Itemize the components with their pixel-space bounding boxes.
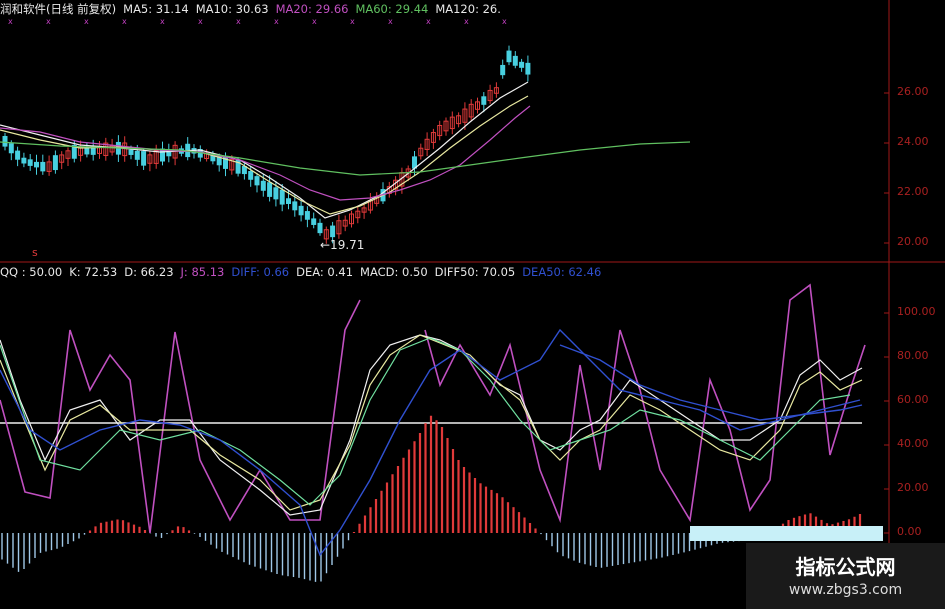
low-price-marker: ←19.71 [320, 238, 365, 252]
candle-body [260, 180, 266, 191]
price-axis-label: 20.00 [897, 235, 929, 248]
watermark-url: www.zbgs3.com [788, 582, 903, 598]
candle-body [267, 182, 273, 197]
price-axis-label: 26.00 [897, 85, 929, 98]
signal-s-marker: s [32, 246, 38, 259]
candle-body [273, 187, 279, 200]
legend-item: D: 66.23 [124, 265, 174, 279]
candle-body [481, 96, 487, 105]
candle-body [298, 205, 304, 216]
indicator-axis-label: 60.00 [897, 393, 929, 406]
legend-item: MA120: 26. [435, 2, 501, 16]
top-tick-mark: x [350, 17, 355, 26]
candle-body [52, 155, 58, 171]
ma5-line [0, 81, 529, 219]
legend-item: MACD: 0.50 [360, 265, 428, 279]
top-tick-mark: x [312, 17, 317, 26]
candle-body [34, 161, 39, 168]
legend-item: J: 85.13 [180, 265, 225, 279]
macd-histogram [1, 415, 862, 582]
top-tick-mark: x [8, 17, 13, 26]
candle-body [21, 157, 27, 164]
kdj-lines [0, 283, 866, 557]
indicator-legend: QQ : 50.00 K: 72.53 D: 66.23 J: 85.13 DIFF: … [0, 265, 608, 280]
legend-item: MA60: 29.44 [355, 2, 429, 16]
candle-body [27, 159, 33, 166]
candle-body [330, 225, 336, 238]
legend-item: DEA50: 62.46 [522, 265, 602, 279]
watermark: 指标公式网 www.zbgs3.com [746, 543, 945, 609]
top-tick-mark: x [502, 17, 507, 26]
top-tick-mark: x [122, 17, 127, 26]
candle-body [141, 151, 147, 166]
indicator-axis-label: 0.00 [897, 525, 922, 538]
candle-body [15, 150, 21, 160]
candle-body [2, 135, 8, 147]
candle-body [317, 222, 323, 234]
indicator-axis-label: 40.00 [897, 437, 929, 450]
candle-body [412, 156, 417, 169]
legend-item: K: 72.53 [69, 265, 118, 279]
candle-body [311, 218, 317, 225]
candle-body [512, 55, 518, 66]
stock-chart[interactable]: xxxxxxxxxxxxxx [0, 0, 945, 609]
price-axis-label: 24.00 [897, 135, 929, 148]
price-legend: 润和软件(日线 前复权) MA5: 31.14 MA10: 30.63 MA20: 2… [0, 2, 508, 17]
indicator-axis-label: 20.00 [897, 481, 929, 494]
legend-item: MA10: 30.63 [195, 2, 269, 16]
legend-item: MA5: 31.14 [123, 2, 189, 16]
top-tick-mark: x [426, 17, 431, 26]
highlight-bar [690, 526, 883, 541]
legend-item: DIFF: 0.66 [231, 265, 290, 279]
candle-body [134, 150, 140, 160]
top-tick-mark: x [160, 17, 165, 26]
top-tick-mark: x [84, 17, 89, 26]
candle-body [254, 176, 260, 186]
legend-item: QQ : 50.00 [0, 265, 63, 279]
top-tick-mark: x [198, 17, 203, 26]
ma60-line [0, 141, 691, 176]
candle-body [84, 147, 90, 155]
candle-body [8, 143, 14, 154]
candle-body [292, 201, 298, 211]
top-tick-mark: x [236, 17, 241, 26]
top-tick-mark: x [388, 17, 393, 26]
candle-body [40, 161, 46, 172]
candle-body [500, 64, 506, 76]
candle-body [506, 50, 512, 63]
j-line [0, 299, 361, 534]
top-tick-mark: x [464, 17, 469, 26]
legend-item: DEA: 0.41 [296, 265, 354, 279]
indicator-axis-label: 100.00 [897, 305, 936, 318]
top-tick-mark: x [46, 17, 51, 26]
watermark-title: 指标公式网 [795, 555, 896, 579]
candle-body [304, 211, 310, 220]
legend-item: MA20: 29.66 [275, 2, 349, 16]
candle-body [525, 62, 531, 75]
candle-body [210, 155, 216, 162]
candle-body [128, 149, 134, 155]
candle-body [160, 148, 165, 162]
candle-body [279, 189, 285, 205]
legend-item: 润和软件(日线 前复权) [0, 2, 117, 16]
top-tick-mark: x [274, 17, 279, 26]
price-axis-label: 22.00 [897, 185, 929, 198]
legend-item: DIFF50: 70.05 [434, 265, 516, 279]
candle-body [519, 61, 525, 68]
candle-body [241, 166, 247, 175]
candle-body [286, 198, 291, 205]
indicator-axis-label: 80.00 [897, 349, 929, 362]
candle-body [248, 171, 254, 180]
